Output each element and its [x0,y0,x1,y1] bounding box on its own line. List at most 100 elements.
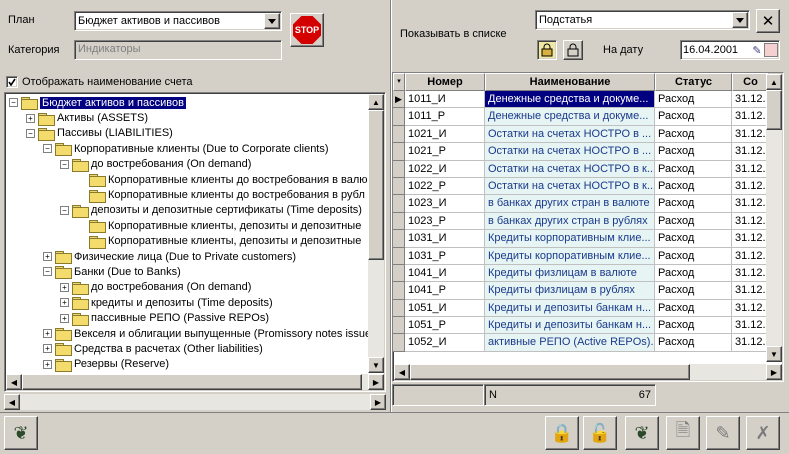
tree-node[interactable]: Корпоративные клиенты до востребования в… [7,187,367,203]
cell-co[interactable]: 31.12.1 [732,299,769,318]
cell-status[interactable]: Расход [655,282,732,300]
cell-name[interactable]: Остатки на счетах НОСТРО в ... [485,143,655,161]
table-row[interactable]: 1051_И Кредиты и депозиты банкам н... Расх… [393,299,783,318]
expand-icon[interactable]: + [60,282,69,292]
cell-status[interactable]: Расход [655,230,732,248]
date-field[interactable]: 16.04.2001 ✎ [680,40,780,60]
cell-name[interactable]: Денежные средства и докуме... [485,108,655,126]
leaf-button[interactable]: ❦ [4,416,38,450]
cell-number[interactable]: 1022_И [405,160,485,178]
cell-status[interactable]: Расход [655,334,732,352]
scroll-thumb[interactable] [368,110,384,260]
cell-name[interactable]: Остатки на счетах НОСТРО в к... [485,160,655,178]
tree-node[interactable]: + кредиты и депозиты (Time deposits) [7,295,367,311]
table-row[interactable]: 1052_И активные РЕПО (Active REPOs)... Рас… [393,334,783,352]
tree-node[interactable]: − Пассивы (LIABILITIES) [7,126,367,141]
lock-document-button[interactable]: 🔒 [545,416,579,450]
table-row[interactable]: 1031_Р Кредиты корпоративным клие... Расхо… [393,247,783,265]
cell-number[interactable]: 1021_Р [405,143,485,161]
cell-name[interactable]: Кредиты и депозиты банкам н... [485,299,655,318]
cell-status[interactable]: Расход [655,91,732,109]
tree-node[interactable]: − депозиты и депозитные сертификаты (Time… [7,203,367,218]
table-row[interactable]: 1021_И Остатки на счетах НОСТРО в ... Расх… [393,125,783,144]
cell-number[interactable]: 1031_И [405,230,485,248]
scroll-right-button[interactable]: ▶ [368,374,384,390]
expand-icon[interactable]: + [60,298,69,308]
cell-co[interactable]: 31.12.1 [732,247,769,265]
left-bottom-scrollbar[interactable]: ◀ ▶ [4,394,386,410]
collapse-icon[interactable]: − [26,128,35,138]
budget-tree[interactable]: − Бюджет активов и пассивов + Активы (ASSET… [4,92,386,392]
scroll-down-button[interactable]: ▼ [368,357,384,373]
tree-node[interactable]: − Корпоративные клиенты (Due to Corporate… [7,141,367,157]
cell-co[interactable]: 31.12.1 [732,125,769,144]
column-header-status[interactable]: Статус [655,73,732,91]
cell-status[interactable]: Расход [655,195,732,213]
collapse-icon[interactable]: − [60,205,69,215]
cell-co[interactable]: 31.12.1 [732,91,769,109]
table-row[interactable]: 1011_Р Денежные средства и докуме... Расхо… [393,108,783,126]
plan-select[interactable]: Бюджет активов и пассивов [74,11,282,31]
cell-name[interactable]: Денежные средства и докуме... [485,91,655,109]
accounts-grid[interactable]: ▾ Номер Наименование Статус Co ▶ 1011_И Де… [392,72,784,382]
scroll-thumb[interactable] [766,90,782,130]
cell-co[interactable]: 31.12.1 [732,317,769,335]
pencil-icon[interactable]: ✎ [750,44,764,57]
tree-node[interactable]: − до востребования (On demand) [7,157,367,172]
column-header-name[interactable]: Наименование [485,73,655,91]
tree-node[interactable]: − Бюджет активов и пассивов [7,95,367,111]
table-row[interactable]: 1023_И в банках других стран в валюте Расх… [393,195,783,213]
tree-hscrollbar[interactable]: ◀ ▶ [6,374,384,390]
table-row[interactable]: 1021_Р Остатки на счетах НОСТРО в ... Расх… [393,143,783,161]
cell-number[interactable]: 1041_И [405,264,485,283]
cell-name[interactable]: Кредиты корпоративным клие... [485,247,655,265]
cell-number[interactable]: 1052_И [405,334,485,352]
scroll-left-button[interactable]: ◀ [394,364,410,380]
scroll-right-button[interactable]: ▶ [370,394,386,410]
cell-name[interactable]: в банках других стран в рублях [485,212,655,231]
collapse-icon[interactable]: − [60,159,69,169]
cell-number[interactable]: 1051_Р [405,317,485,335]
cell-status[interactable]: Расход [655,212,732,231]
tree-node[interactable]: + Векселя и облигации выпущенные (Promiss… [7,326,371,342]
cell-name[interactable]: Кредиты корпоративным клие... [485,230,655,248]
chevron-down-icon[interactable] [732,12,748,28]
cell-status[interactable]: Расход [655,264,732,283]
tree-node[interactable]: + Средства в расчетах (Other liabilities) [7,341,367,357]
cell-status[interactable]: Расход [655,143,732,161]
cell-number[interactable]: 1023_Р [405,212,485,231]
expand-icon[interactable]: + [43,252,52,262]
table-row[interactable]: 1022_И Остатки на счетах НОСТРО в к... Рас… [393,160,783,178]
tree-node[interactable]: + Резервы (Reserve) [7,357,367,372]
scroll-up-button[interactable]: ▲ [766,74,782,90]
cell-status[interactable]: Расход [655,299,732,318]
expand-icon[interactable]: + [60,313,69,323]
collapse-icon[interactable]: − [43,267,52,277]
cell-co[interactable]: 31.12.1 [732,334,769,352]
cell-name[interactable]: Остатки на счетах НОСТРО в к... [485,177,655,196]
tree-node[interactable]: Корпоративные клиенты, депозиты и депози… [7,218,367,234]
hscroll-thumb[interactable] [22,374,362,390]
edit-button[interactable]: ✎ [706,416,740,450]
calendar-icon[interactable] [764,43,778,57]
column-header-number[interactable]: Номер [405,73,485,91]
cell-status[interactable]: Расход [655,160,732,178]
cell-number[interactable]: 1022_Р [405,177,485,196]
expand-icon[interactable]: + [43,344,52,354]
close-button[interactable]: ✕ [756,9,780,33]
chevron-down-icon[interactable] [264,13,280,29]
table-row[interactable]: 1022_Р Остатки на счетах НОСТРО в к... Рас… [393,177,783,196]
scroll-left-button[interactable]: ◀ [6,374,22,390]
tree-node[interactable]: − Банки (Due to Banks) [7,264,367,280]
cell-co[interactable]: 31.12.1 [732,108,769,126]
cell-name[interactable]: Кредиты и депозиты банкам н... [485,317,655,335]
cell-co[interactable]: 31.12.1 [732,264,769,283]
column-header-co[interactable]: Co [732,73,769,91]
lock-open-button[interactable] [563,40,583,60]
hscroll-thumb[interactable] [410,364,690,380]
stop-button[interactable]: STOP [290,13,324,47]
cell-number[interactable]: 1011_И [405,91,485,109]
cell-number[interactable]: 1023_И [405,195,485,213]
expand-icon[interactable]: + [43,329,52,339]
delete-button[interactable]: ✗ [746,416,780,450]
